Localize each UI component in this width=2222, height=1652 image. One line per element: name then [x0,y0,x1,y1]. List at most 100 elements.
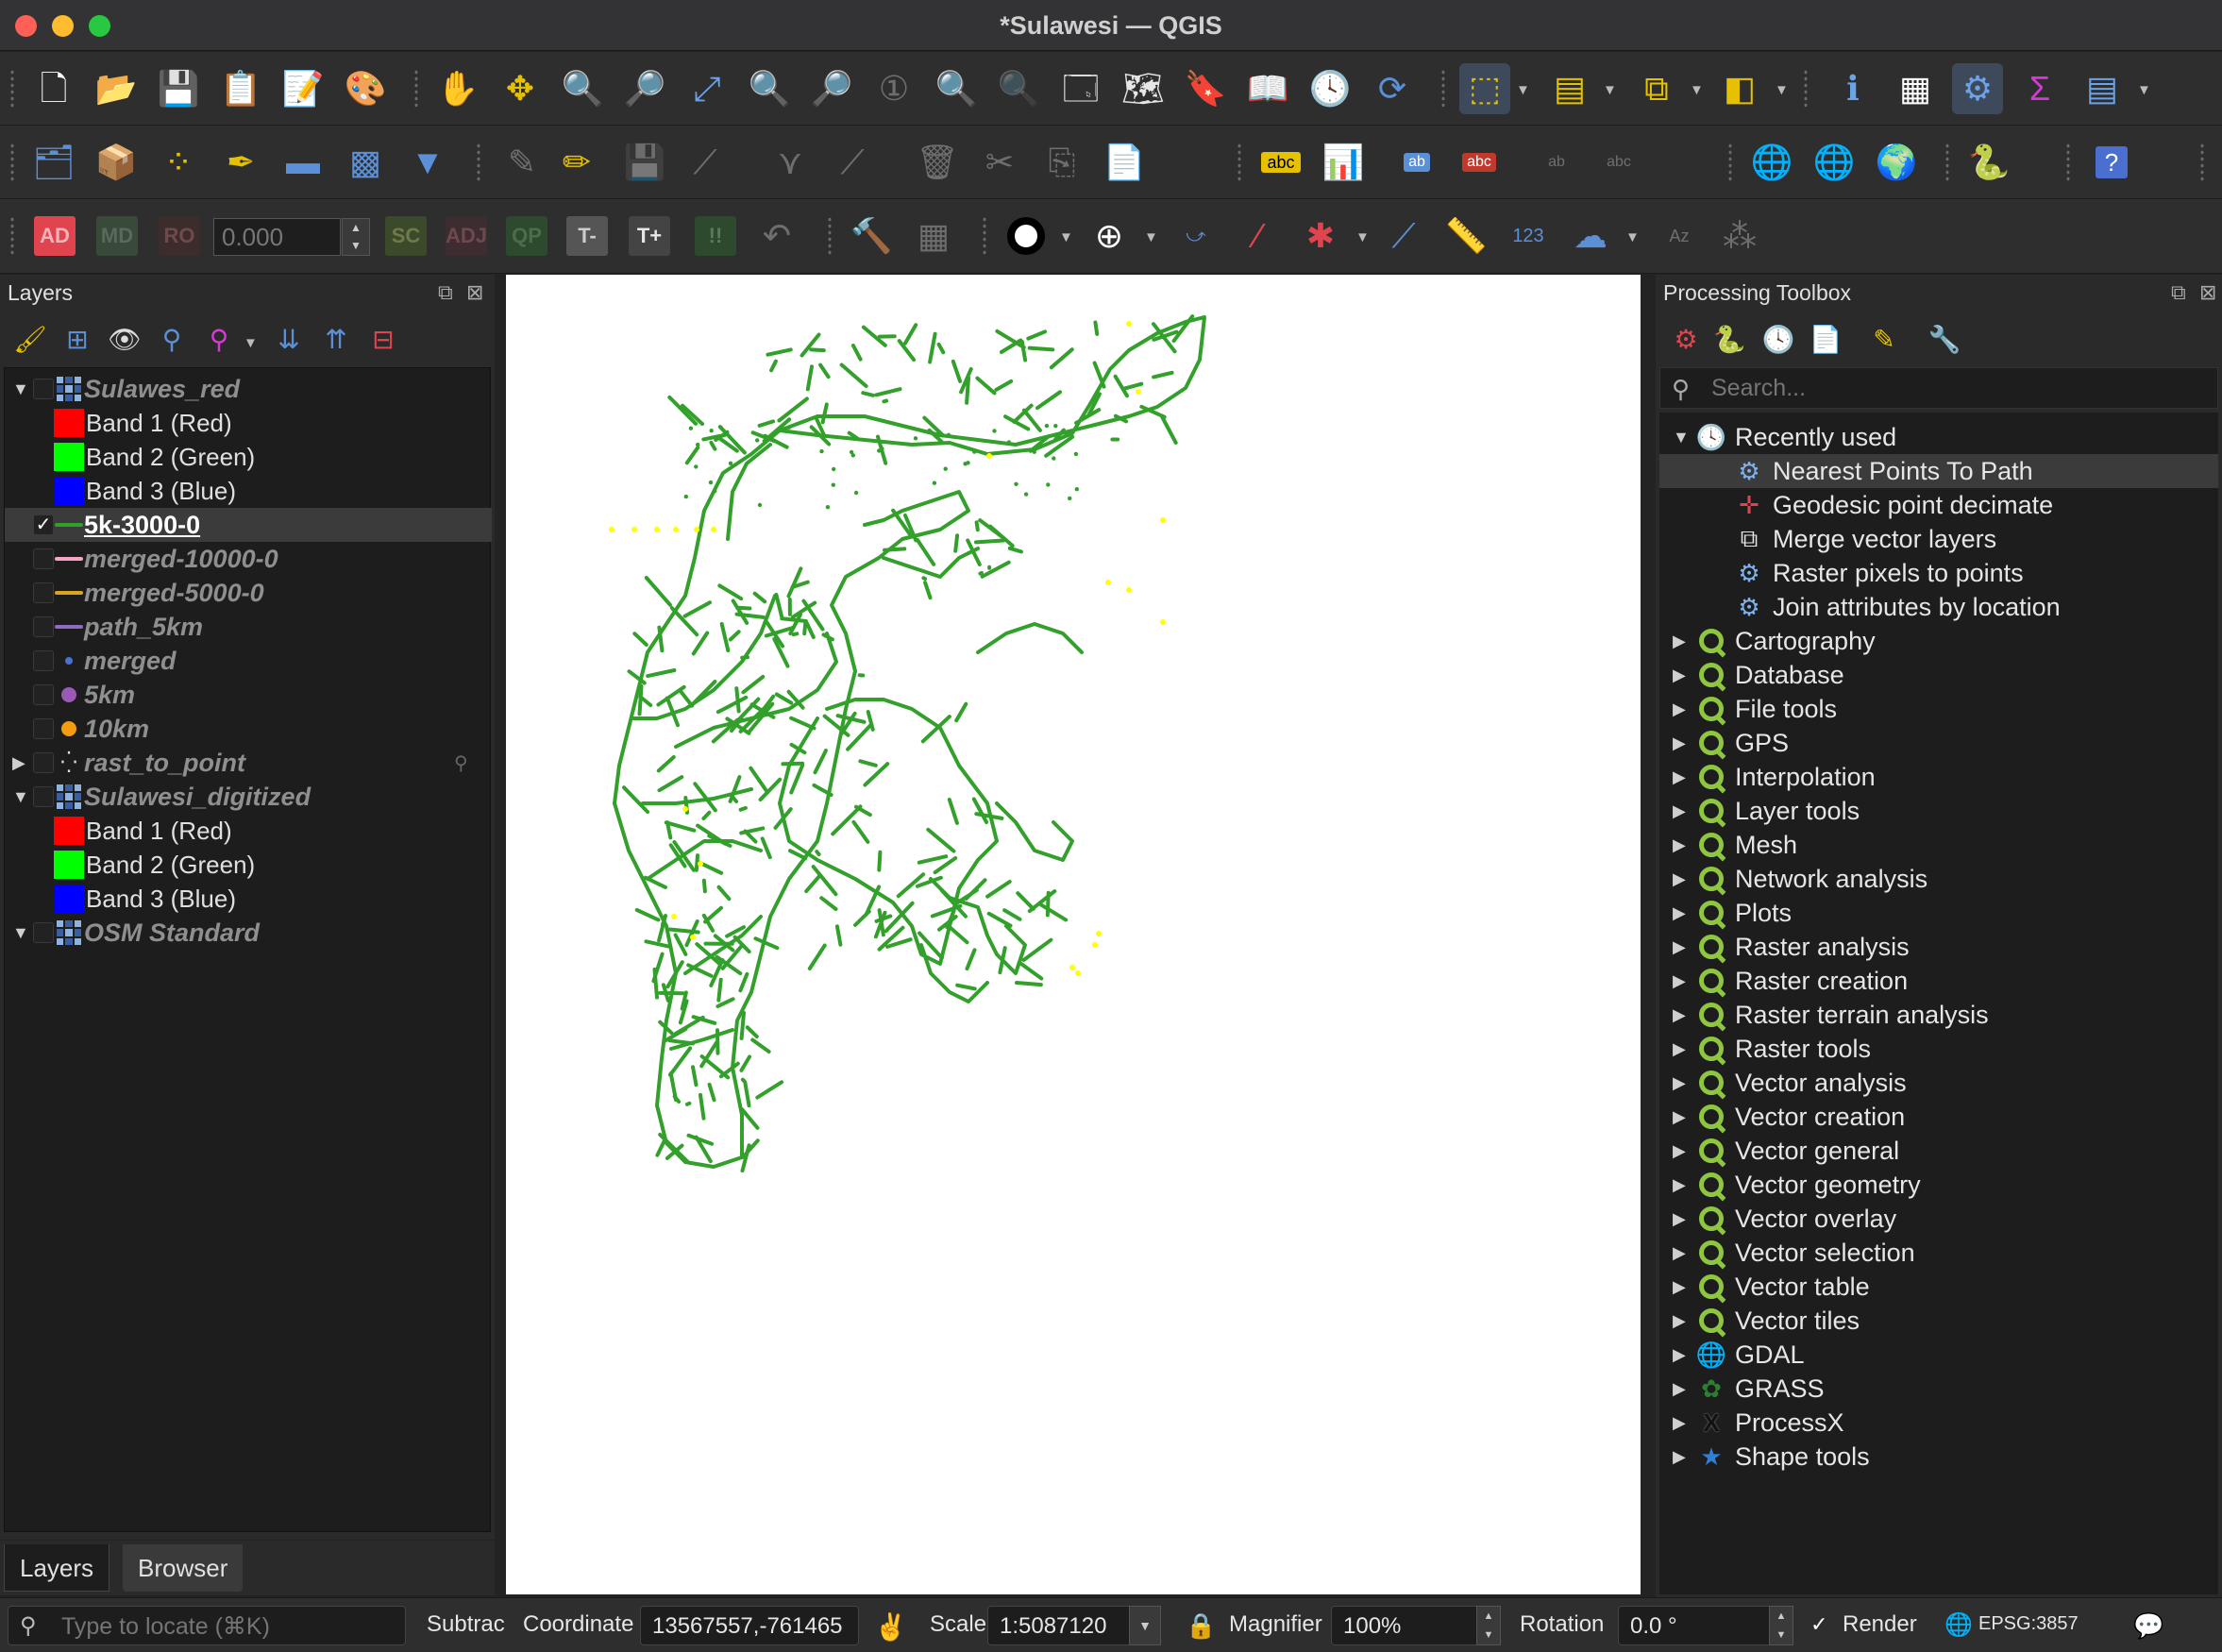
provider-group[interactable]: ▶ Vector creation [1659,1100,2218,1134]
provider-group[interactable]: ▶ Database [1659,658,2218,692]
open-field-calculator-icon[interactable]: ▤ [2077,63,2128,114]
legend-band-item[interactable]: Band 2 (Green) [5,440,492,474]
toolbar-grip[interactable] [827,216,833,256]
construction-mode-button[interactable]: MD [96,216,138,256]
data-source-manager-icon[interactable]: 🗂 [28,137,79,188]
expand-arrow-icon[interactable]: ▶ [1673,1413,1686,1433]
provider-group[interactable]: ▶ ★ Shape tools [1659,1440,2218,1474]
algorithm-item[interactable]: ⧉ Merge vector layers [1659,522,2218,556]
toggle-editing-icon[interactable]: ✏ [551,137,602,188]
select-by-location-icon[interactable]: ◧ [1714,63,1765,114]
collapse-arrow-icon[interactable]: ▼ [12,379,31,399]
xy-curve-icon[interactable]: ⤻ [1170,211,1221,261]
legend-band-item[interactable]: Band 2 (Green) [5,848,492,882]
quick-parallel-button[interactable]: QP [506,216,547,256]
remove-layer-icon[interactable]: ⊟ [364,322,402,356]
select-by-value-icon[interactable]: ▤ [1544,63,1595,114]
python-console-icon[interactable]: 🐍 [1963,137,2014,188]
provider-group[interactable]: ▶ Raster terrain analysis [1659,998,2218,1032]
zoom-next-icon[interactable]: 🔍 [993,63,1044,114]
open-layer-styling-icon[interactable]: 🖌 [11,322,49,356]
provider-group[interactable]: ▶ Cartography [1659,624,2218,658]
messages-icon[interactable]: 💬 [2133,1611,2163,1641]
toolbar-grip[interactable] [1440,69,1446,109]
copy-features-icon[interactable]: ⎘ [1036,137,1087,188]
processing-toolbox-icon[interactable]: ⚙ [1952,63,2003,114]
provider-group[interactable]: ▶ ✿ GRASS [1659,1372,2218,1406]
layer-visibility-checkbox[interactable] [33,650,54,671]
geometry-checker-icon[interactable]: 🔨 [846,211,897,261]
layer-labeling-icon[interactable]: abc [1255,137,1306,188]
value-spinner[interactable]: ▲ ▼ [342,218,370,256]
provider-group[interactable]: ▶ Raster tools [1659,1032,2218,1066]
new-virtual-layer-icon[interactable]: ✒ [215,137,266,188]
scripts-icon[interactable]: 🐍 [1710,322,1748,356]
rotation-field[interactable]: 0.0 ° [1618,1606,1784,1645]
toggle-label-display-icon[interactable]: abc [1454,137,1505,188]
filter-legend-icon[interactable]: ⚲ [153,322,191,356]
expand-arrow-icon[interactable]: ▶ [1673,1379,1686,1399]
collapse-arrow-icon[interactable]: ▼ [12,923,31,943]
zoom-full-icon[interactable]: ⤢ [682,63,732,114]
cut-features-icon[interactable]: ✂ [974,137,1025,188]
zoom-last-icon[interactable]: 🔍 [931,63,982,114]
new-geopackage-layer-icon[interactable]: 📦 [91,137,142,188]
layer-row[interactable]: ✓ 5k-3000-0 [5,508,492,542]
new-3d-map-view-icon[interactable]: 🗺 [1118,63,1169,114]
chevron-down-icon[interactable]: ▼ [1059,229,1073,245]
identify-features-icon[interactable]: ℹ [1827,63,1878,114]
expand-arrow-icon[interactable]: ▶ [12,753,31,773]
provider-group[interactable]: ▶ Plots [1659,896,2218,930]
provider-group[interactable]: ▶ Vector general [1659,1134,2218,1168]
new-temporary-layer-icon[interactable]: ⁘ [153,137,204,188]
close-panel-icon[interactable]: ⊠ [2199,280,2216,305]
expand-arrow-icon[interactable]: ▶ [1673,1345,1686,1365]
current-edits-icon[interactable]: ✎ [497,137,547,188]
layer-row[interactable]: ▼ OSM Standard [5,916,492,950]
text-minus-button[interactable]: T- [566,216,608,256]
expand-arrow-icon[interactable]: ▶ [1673,1107,1686,1127]
render-checkbox[interactable]: ✓ [1810,1613,1833,1636]
collapse-arrow-icon[interactable]: ▼ [1673,428,1690,447]
layout-manager-icon[interactable]: 📝 [278,63,328,114]
chevron-down-icon[interactable]: ▼ [1690,82,1704,98]
layer-visibility-checkbox[interactable]: ✓ [33,514,54,535]
crs-button[interactable]: EPSG:3857 [1978,1613,2079,1635]
toolbar-grip[interactable] [982,216,987,256]
warnings-button[interactable]: !! [695,216,736,256]
add-vector-tile-layer-icon[interactable]: ▼ [402,137,453,188]
close-panel-icon[interactable]: ⊠ [466,280,483,305]
style-manager-icon[interactable]: 🎨 [340,63,391,114]
toolbox-search-input[interactable] [1711,372,2202,404]
algorithm-item[interactable]: ⚙ Raster pixels to points [1659,556,2218,590]
layer-row[interactable]: ▶ ⁛ rast_to_point ⚲ [5,746,492,780]
expand-arrow-icon[interactable]: ▶ [1673,835,1686,855]
zoom-to-selection-icon[interactable]: 🔍 [744,63,795,114]
expand-arrow-icon[interactable]: ▶ [1673,632,1686,651]
provider-group[interactable]: ▶ Mesh [1659,828,2218,862]
layer-diagram-icon[interactable]: 📊 [1318,137,1369,188]
filter-expression-icon[interactable]: ⚲ [200,322,238,356]
layer-visibility-checkbox[interactable] [33,616,54,637]
new-print-layout-icon[interactable]: 📋 [215,63,266,114]
topology-checker-icon[interactable]: ▦ [908,211,959,261]
chevron-down-icon[interactable]: ▼ [1516,82,1530,98]
layer-row[interactable]: path_5km [5,610,492,644]
toolbar-grip[interactable] [476,143,481,182]
digitize-line-icon[interactable]: ⟋ [680,137,731,188]
zoom-to-layer-icon[interactable]: 🔎 [806,63,857,114]
zoom-native-resolution-icon[interactable]: ① [868,63,919,114]
toolbar-grip[interactable] [9,216,15,256]
algorithm-item[interactable]: ⚙ Join attributes by location [1659,590,2218,624]
toolbar-grip[interactable] [1803,69,1809,109]
pan-map-icon[interactable]: ✋ [432,63,483,114]
panel-splitter[interactable] [1642,275,1652,1596]
expand-arrow-icon[interactable]: ▶ [1673,801,1686,821]
provider-group[interactable]: ▶ Vector table [1659,1270,2218,1304]
provider-group[interactable]: ▶ Layer tools [1659,794,2218,828]
chevron-down-icon[interactable]: ▼ [1625,229,1640,245]
layer-row[interactable]: merged-10000-0 [5,542,492,576]
add-group-icon[interactable]: ⊞ [59,322,96,356]
results-viewer-icon[interactable]: 📄 [1807,322,1844,356]
move-label-icon[interactable]: ab [1531,137,1582,188]
